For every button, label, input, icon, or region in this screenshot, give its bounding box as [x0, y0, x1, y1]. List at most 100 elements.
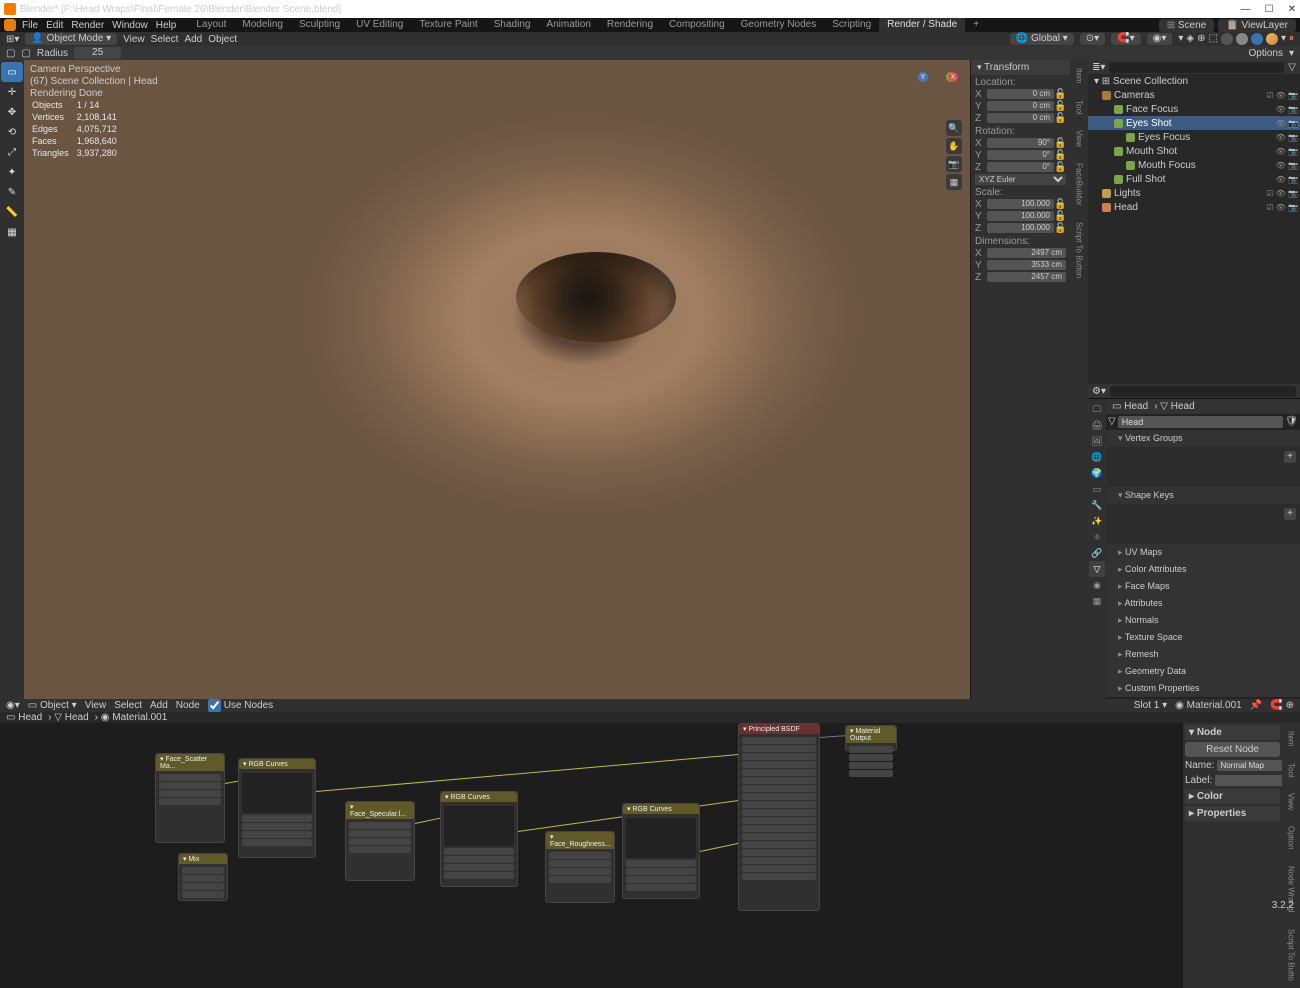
menu-file[interactable]: File [22, 20, 38, 31]
lock-icon[interactable]: 🔓 [1054, 138, 1066, 149]
lock-icon[interactable]: 🔓 [1054, 113, 1066, 124]
maximize-button[interactable]: ☐ [1265, 4, 1274, 15]
snap-toggle[interactable]: 🧲▾ [1111, 33, 1140, 45]
options-label[interactable]: Options [1249, 48, 1283, 59]
node-properties-section[interactable]: ▸ Properties [1185, 806, 1280, 821]
material-shading[interactable] [1251, 33, 1263, 45]
pt-render[interactable]: 🖵 [1089, 401, 1105, 417]
mode-selector[interactable]: 👤 Object Mode ▾ [25, 33, 117, 45]
property-section[interactable]: Normals [1106, 612, 1300, 629]
editor-type-icon[interactable]: ⊞▾ [6, 34, 19, 45]
workspace-tab[interactable]: UV Editing [348, 18, 411, 32]
pt-world[interactable]: 🌍 [1089, 465, 1105, 481]
transform-tool[interactable]: ✦ [1, 162, 23, 182]
pt-material[interactable]: ◉ [1089, 577, 1105, 593]
rendered-shading[interactable] [1266, 33, 1278, 45]
workspace-tab[interactable]: Layout [188, 18, 234, 32]
outliner-editor-icon[interactable]: ≣▾ [1092, 62, 1105, 73]
lock-icon[interactable]: 🔓 [1054, 162, 1066, 173]
tool-value[interactable]: 25 [74, 47, 121, 59]
loc-x[interactable]: 0 cm [987, 89, 1054, 99]
scl-z[interactable]: 100.000 [987, 223, 1054, 233]
nh-add[interactable]: Add [150, 700, 168, 711]
rot-y[interactable]: 0° [987, 150, 1054, 160]
rotation-order[interactable]: XYZ Euler [975, 174, 1066, 185]
node-color-section[interactable]: ▸ Color [1185, 789, 1280, 804]
pt-viewlayer[interactable]: 🖼 [1089, 433, 1105, 449]
node-panel-tab[interactable]: Option [1285, 818, 1298, 858]
lock-icon[interactable]: 🔓 [1054, 199, 1066, 210]
lock-icon[interactable]: 🔓 [1054, 211, 1066, 222]
rotate-tool[interactable]: ⟲ [1, 122, 23, 142]
outliner-tree[interactable]: ▾ ⊞ Scene CollectionCameras☑ 👁 📷Face Foc… [1088, 74, 1300, 384]
node-type-object[interactable]: ▭ Object ▾ [28, 700, 77, 711]
pt-constraint[interactable]: 🔗 [1089, 545, 1105, 561]
rot-z[interactable]: 0° [987, 162, 1054, 172]
snap-node-icon[interactable]: 🧲 [1270, 700, 1282, 711]
dim-x[interactable]: 2497 cm [987, 248, 1066, 258]
pan-icon[interactable]: ✋ [946, 138, 962, 154]
shader-node[interactable]: ▾ Face_Scatter Ma... [155, 753, 225, 843]
tool-preset-icon[interactable]: ▢ [21, 48, 30, 59]
pt-modifier[interactable]: 🔧 [1089, 497, 1105, 513]
th-view[interactable]: View [123, 34, 145, 45]
node-panel-header[interactable]: ▾ Node [1185, 725, 1280, 740]
outliner-item[interactable]: Full Shot👁 📷 [1088, 172, 1300, 186]
property-section[interactable]: UV Maps [1106, 544, 1300, 561]
add-icon[interactable]: + [1284, 451, 1296, 463]
add-icon[interactable]: + [1284, 508, 1296, 520]
menu-render[interactable]: Render [71, 20, 104, 31]
visibility-toggle[interactable]: ▾ [1178, 33, 1183, 45]
property-section[interactable]: Remesh [1106, 646, 1300, 663]
n-panel-tab[interactable]: Script To Button [1073, 214, 1086, 286]
nh-view[interactable]: View [85, 700, 107, 711]
property-section[interactable]: Vertex Groups+ [1106, 430, 1300, 487]
pause-render-icon[interactable]: ⏸ [1289, 33, 1294, 45]
pt-output[interactable]: 🖨 [1089, 417, 1105, 433]
menu-help[interactable]: Help [156, 20, 177, 31]
property-section[interactable]: Attributes [1106, 595, 1300, 612]
workspace-tab[interactable]: Texture Paint [411, 18, 485, 32]
n-panel-tab[interactable]: Item [1073, 60, 1086, 92]
overlay-node-icon[interactable]: ⊕ [1286, 700, 1294, 711]
pt-object[interactable]: ▭ [1089, 481, 1105, 497]
workspace-tab-active[interactable]: Render / Shade [879, 18, 965, 32]
wireframe-shading[interactable] [1221, 33, 1233, 45]
annotate-tool[interactable]: ✎ [1, 182, 23, 202]
loc-y[interactable]: 0 cm [987, 101, 1054, 111]
workspace-tab[interactable]: Scripting [824, 18, 879, 32]
cursor-tool[interactable]: ✛ [1, 82, 23, 102]
dim-z[interactable]: 2457 cm [987, 272, 1066, 282]
scl-y[interactable]: 100.000 [987, 211, 1054, 221]
pt-particle[interactable]: ✨ [1089, 513, 1105, 529]
property-section[interactable]: Face Maps [1106, 578, 1300, 595]
pt-texture[interactable]: ▦ [1089, 593, 1105, 609]
shading-options[interactable]: ▾ [1281, 33, 1286, 45]
filter-icon[interactable]: ▽ [1288, 62, 1296, 73]
property-section[interactable]: Geometry Data [1106, 663, 1300, 680]
mesh-name-field[interactable] [1118, 416, 1284, 428]
lock-icon[interactable]: 🔓 [1054, 150, 1066, 161]
node-editor-type-icon[interactable]: ◉▾ [6, 700, 20, 711]
property-section[interactable]: Texture Space [1106, 629, 1300, 646]
node-panel-tab[interactable]: View [1285, 785, 1298, 818]
minimize-button[interactable]: — [1241, 4, 1251, 15]
reset-node-button[interactable]: Reset Node [1185, 742, 1280, 757]
lock-icon[interactable]: 🔓 [1054, 89, 1066, 100]
zoom-icon[interactable]: 🔍 [946, 120, 962, 136]
shader-node[interactable]: ▾ RGB Curves [622, 803, 700, 899]
node-panel-tab[interactable]: Item [1285, 723, 1298, 755]
n-panel-tab[interactable]: View [1073, 122, 1086, 155]
workspace-tab[interactable]: Rendering [599, 18, 661, 32]
outliner-item[interactable]: Eyes Shot👁 📷 [1088, 116, 1300, 130]
solid-shading[interactable] [1236, 33, 1248, 45]
nav-gizmo[interactable]: Z Y X [918, 72, 962, 116]
shader-node[interactable]: ▾ RGB Curves [238, 758, 316, 858]
close-button[interactable]: ✕ [1288, 4, 1296, 15]
outliner-item[interactable]: Mouth Focus👁 📷 [1088, 158, 1300, 172]
scene-selector[interactable]: ⊞ Scene [1159, 19, 1215, 32]
node-panel-tab[interactable]: Script To Butto [1285, 921, 1298, 988]
outliner-item[interactable]: Mouth Shot👁 📷 [1088, 144, 1300, 158]
shader-node[interactable]: ▾ RGB Curves [440, 791, 518, 887]
pin-icon[interactable]: 📌 [1250, 700, 1262, 711]
